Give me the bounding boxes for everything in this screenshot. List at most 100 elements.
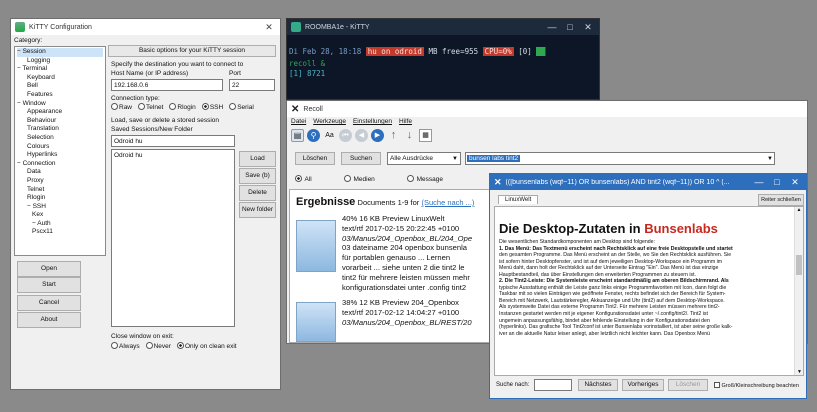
preview-tab[interactable]: LinuxWelt	[498, 195, 539, 204]
recoll-menubar[interactable]: Datei Werkzeuge Einstellungen Hilfe	[291, 118, 412, 125]
cancel-button[interactable]: Cancel	[17, 295, 81, 311]
close-option-only-on-clean-exit[interactable]: Only on clean exit	[176, 342, 237, 350]
menu-datei[interactable]: Datei	[291, 118, 306, 125]
radio-icon[interactable]	[406, 175, 414, 182]
tree-item-12[interactable]: Hyperlinks	[17, 151, 103, 160]
result-item[interactable]: 38% 12 KB Preview 204_Openbox text/rtf 2…	[342, 298, 510, 327]
maximize-icon[interactable]: □	[563, 22, 577, 32]
tree-item-6[interactable]: − Window	[17, 100, 103, 109]
tree-item-2[interactable]: − Terminal	[17, 65, 103, 74]
close-icon[interactable]: ✕	[262, 22, 276, 33]
tree-item-5[interactable]: Features	[17, 91, 103, 100]
tree-item-9[interactable]: Translation	[17, 125, 103, 134]
menu-einstellungen[interactable]: Einstellungen	[353, 118, 392, 125]
saved-session-input[interactable]: Odroid hu	[111, 135, 235, 147]
conn-type-ssh[interactable]: SSH	[201, 103, 223, 111]
radio-icon[interactable]	[111, 103, 118, 110]
filter-bar[interactable]: All Medien Message	[295, 175, 443, 183]
radio-icon[interactable]	[343, 175, 351, 182]
conn-type-group[interactable]: Raw Telnet Rlogin SSH Serial	[111, 103, 254, 111]
tree-item-0[interactable]: − Session	[17, 48, 103, 57]
menu-werkzeuge[interactable]: Werkzeuge	[313, 118, 346, 125]
sessions-list[interactable]: Odroid hu	[111, 149, 235, 327]
table-view-icon[interactable]: ▦	[419, 129, 432, 142]
tree-item-18[interactable]: − SSH	[17, 203, 103, 212]
spelling-icon[interactable]: Aa	[323, 129, 336, 142]
minimize-icon[interactable]: —	[545, 22, 559, 32]
clear-button[interactable]: Löschen	[295, 152, 335, 165]
conn-type-serial[interactable]: Serial	[229, 103, 254, 111]
radio-icon[interactable]	[111, 342, 118, 349]
query-input[interactable]: bunsen labs tint2 ▼	[465, 152, 775, 165]
close-option-never[interactable]: Never	[145, 342, 171, 350]
tree-item-13[interactable]: − Connection	[17, 160, 103, 169]
tree-item-10[interactable]: Selection	[17, 134, 103, 143]
tree-item-20[interactable]: − Auth	[17, 220, 103, 229]
close-option-always[interactable]: Always	[111, 342, 140, 350]
tree-item-16[interactable]: Telnet	[17, 186, 103, 195]
close-tab-button[interactable]: Reiter schließen	[758, 194, 804, 206]
next-page-icon[interactable]: ▶	[371, 129, 384, 142]
maximize-icon[interactable]: □	[770, 177, 784, 187]
find-input[interactable]	[534, 379, 572, 391]
tree-item-15[interactable]: Proxy	[17, 177, 103, 186]
search-button[interactable]: Suchen	[341, 152, 381, 165]
result-item[interactable]: 40% 16 KB Preview LinuxWelt text/rtf 201…	[342, 214, 510, 292]
open-button[interactable]: Open	[17, 261, 81, 277]
radio-icon[interactable]	[145, 342, 153, 349]
first-page-icon[interactable]: ⏮	[339, 129, 352, 142]
new-folder-button[interactable]: New folder	[239, 202, 276, 218]
category-tree[interactable]: − Session Logging − Terminal Keyboard Bell Fe…	[14, 46, 106, 256]
down-arrow-icon[interactable]: ↓	[403, 129, 416, 142]
load-button[interactable]: Load	[239, 151, 276, 167]
tree-item-4[interactable]: Bell	[17, 82, 103, 91]
start-button[interactable]: Start	[17, 277, 81, 293]
scroll-up-icon[interactable]: ▲	[795, 207, 803, 213]
filter-medien[interactable]: Medien	[343, 175, 375, 183]
radio-icon[interactable]	[201, 103, 209, 110]
checkbox-icon[interactable]	[714, 382, 720, 388]
radio-icon[interactable]	[176, 342, 184, 349]
radio-icon[interactable]	[229, 103, 237, 110]
tree-item-17[interactable]: Rlogin	[17, 194, 103, 203]
prev-page-icon[interactable]: ◀	[355, 129, 368, 142]
conn-type-rlogin[interactable]: Rlogin	[169, 103, 196, 111]
close-icon[interactable]: ✕	[581, 22, 595, 33]
search-icon[interactable]: ⚲	[307, 129, 320, 142]
preview-scrollbar[interactable]: ▲ ▼	[794, 207, 803, 375]
save-button[interactable]: Save (b)	[239, 168, 276, 184]
find-clear-button[interactable]: Löschen	[668, 379, 708, 391]
tree-item-21[interactable]: Pscx11	[17, 228, 103, 237]
search-mode-select[interactable]: Alle Ausdrücke ▼	[387, 152, 461, 165]
case-checkbox[interactable]: Groß/Kleinschreibung beachten	[714, 382, 799, 389]
scroll-down-icon[interactable]: ▼	[795, 369, 803, 375]
up-arrow-icon[interactable]: ↑	[387, 129, 400, 142]
prev-button[interactable]: Vorheriges	[622, 379, 664, 391]
tree-item-3[interactable]: Keyboard	[17, 74, 103, 83]
conn-type-raw[interactable]: Raw	[111, 103, 132, 111]
radio-icon[interactable]	[295, 175, 302, 182]
tree-item-19[interactable]: Kex	[17, 211, 103, 220]
results-query-link[interactable]: (Suche nach ...)	[421, 198, 474, 207]
radio-icon[interactable]	[138, 103, 146, 110]
tree-item-7[interactable]: Appearance	[17, 108, 103, 117]
next-button[interactable]: Nächstes	[578, 379, 618, 391]
close-on-exit-group[interactable]: Always Never Only on clean exit	[111, 342, 237, 350]
scroll-thumb[interactable]	[796, 255, 802, 275]
close-icon[interactable]: ✕	[788, 177, 802, 188]
tree-item-1[interactable]: Logging	[17, 57, 103, 66]
filter-message[interactable]: Message	[406, 175, 443, 183]
port-input[interactable]: 22	[229, 79, 275, 91]
menu-hilfe[interactable]: Hilfe	[399, 118, 412, 125]
tree-item-14[interactable]: Data	[17, 168, 103, 177]
history-icon[interactable]: ▤	[291, 129, 304, 142]
tree-item-11[interactable]: Colours	[17, 143, 103, 152]
tree-item-8[interactable]: Behaviour	[17, 117, 103, 126]
filter-all[interactable]: All	[295, 175, 312, 183]
radio-icon[interactable]	[169, 103, 177, 110]
host-input[interactable]: 192.168.0.6	[111, 79, 223, 91]
delete-button[interactable]: Delete	[239, 185, 276, 201]
about-button[interactable]: About	[17, 312, 81, 328]
conn-type-telnet[interactable]: Telnet	[138, 103, 163, 111]
session-item[interactable]: Odroid hu	[114, 151, 232, 161]
